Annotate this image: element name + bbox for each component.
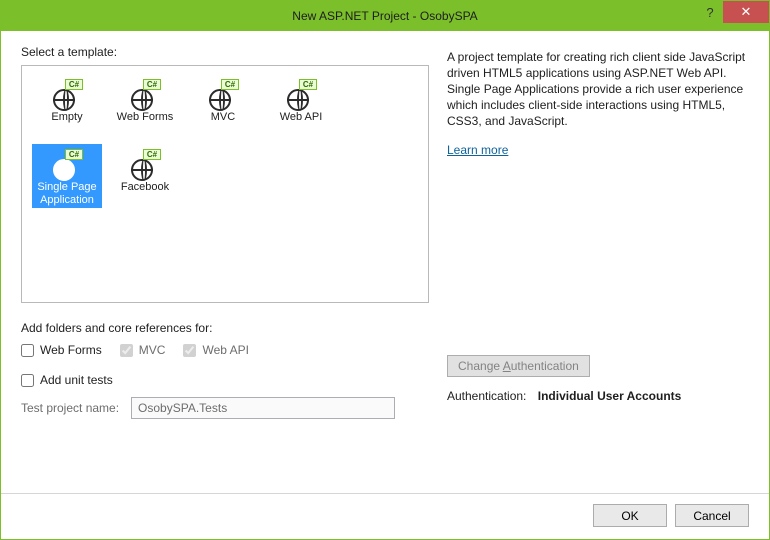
ref-mvc: MVC	[120, 343, 166, 357]
globe-icon	[53, 89, 75, 111]
references-label: Add folders and core references for:	[21, 321, 429, 335]
template-label: Single Page Application	[33, 181, 101, 207]
window-title: New ASP.NET Project - OsobySPA	[1, 9, 769, 23]
test-project-name-input	[131, 397, 395, 419]
authentication-label: Authentication:	[447, 389, 526, 403]
right-pane: A project template for creating rich cli…	[447, 45, 749, 479]
change-authentication-button: Change Authentication	[447, 355, 590, 377]
template-label: Empty	[51, 111, 82, 137]
template-label: MVC	[211, 111, 235, 137]
csharp-tag-icon: C#	[65, 149, 83, 160]
template-mvc[interactable]: C# MVC	[188, 74, 258, 138]
ref-webforms-label: Web Forms	[40, 343, 102, 357]
template-label: Facebook	[121, 181, 169, 207]
unit-tests-label: Add unit tests	[40, 373, 113, 387]
dialog-footer: OK Cancel	[1, 493, 769, 539]
globe-icon	[287, 89, 309, 111]
template-label: Web API	[280, 111, 323, 137]
close-icon: ✕	[741, 4, 752, 20]
ref-webforms[interactable]: Web Forms	[21, 343, 102, 357]
help-button[interactable]: ?	[697, 1, 723, 23]
template-facebook[interactable]: C# Facebook	[110, 144, 180, 208]
csharp-tag-icon: C#	[221, 79, 239, 90]
template-empty[interactable]: C# Empty	[32, 74, 102, 138]
ref-webapi: Web API	[183, 343, 248, 357]
dialog-window: New ASP.NET Project - OsobySPA ? ✕ Selec…	[0, 0, 770, 540]
unit-tests-checkbox[interactable]	[21, 374, 34, 387]
ref-webforms-checkbox[interactable]	[21, 344, 34, 357]
titlebar: New ASP.NET Project - OsobySPA ? ✕	[1, 1, 769, 31]
ref-webapi-label: Web API	[202, 343, 248, 357]
template-label: Web Forms	[117, 111, 174, 137]
template-list: C# Empty C# Web Forms C# MVC C# Web API C# Si…	[21, 65, 429, 303]
ref-mvc-checkbox	[120, 344, 133, 357]
csharp-tag-icon: C#	[143, 79, 161, 90]
help-icon: ?	[706, 5, 713, 20]
ref-mvc-label: MVC	[139, 343, 166, 357]
template-webapi[interactable]: C# Web API	[266, 74, 336, 138]
template-description: A project template for creating rich cli…	[447, 49, 749, 129]
authentication-line: Authentication: Individual User Accounts	[447, 389, 749, 403]
window-controls: ? ✕	[697, 1, 769, 23]
dialog-content: Select a template: C# Empty C# Web Forms C…	[1, 31, 769, 539]
csharp-tag-icon: C#	[65, 79, 83, 90]
csharp-tag-icon: C#	[299, 79, 317, 90]
globe-icon	[209, 89, 231, 111]
cancel-button[interactable]: Cancel	[675, 504, 749, 527]
select-template-label: Select a template:	[21, 45, 429, 59]
unit-tests[interactable]: Add unit tests	[21, 373, 429, 387]
test-project-name-label: Test project name:	[21, 401, 119, 415]
csharp-tag-icon: C#	[143, 149, 161, 160]
globe-icon	[131, 89, 153, 111]
left-pane: Select a template: C# Empty C# Web Forms C…	[21, 45, 429, 479]
globe-icon	[53, 159, 75, 181]
learn-more-link[interactable]: Learn more	[447, 143, 749, 157]
template-webforms[interactable]: C# Web Forms	[110, 74, 180, 138]
ref-webapi-checkbox	[183, 344, 196, 357]
globe-icon	[131, 159, 153, 181]
ok-button[interactable]: OK	[593, 504, 667, 527]
close-button[interactable]: ✕	[723, 1, 769, 23]
template-spa[interactable]: C# Single Page Application	[32, 144, 102, 208]
authentication-value: Individual User Accounts	[538, 389, 682, 403]
